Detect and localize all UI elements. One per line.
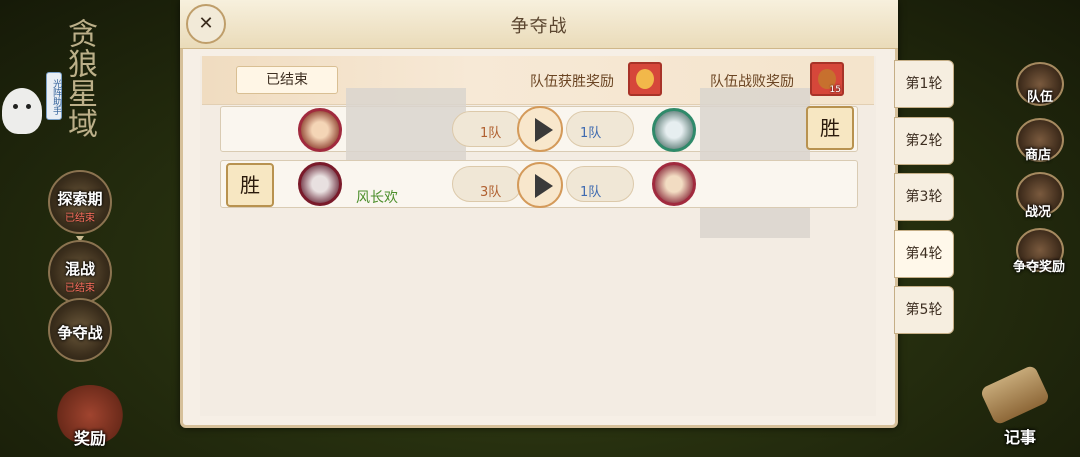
lose-reward-count: 15 xyxy=(829,85,841,95)
round-tab-2[interactable]: 第2轮 xyxy=(894,117,954,165)
close-icon[interactable]: ✕ xyxy=(186,4,226,44)
avatar[interactable] xyxy=(652,108,696,152)
gold-fruit-icon xyxy=(636,69,654,89)
round-tab-1[interactable]: 第1轮 xyxy=(894,60,954,108)
reward-button-label: 奖励 xyxy=(73,429,106,448)
team-button-label: 队伍 xyxy=(1026,90,1053,105)
stage-melee-label: 混战 xyxy=(64,260,95,278)
mascot-icon[interactable] xyxy=(2,88,42,134)
reward-button[interactable]: 奖励 xyxy=(55,385,125,448)
round-tab-3[interactable]: 第3轮 xyxy=(894,173,954,221)
left-team-label: 3队 xyxy=(480,185,502,200)
win-badge: 胜 xyxy=(226,163,274,207)
play-button[interactable] xyxy=(517,106,563,152)
right-team-label: 1队 xyxy=(580,126,602,141)
page-title: 争夺战 xyxy=(510,16,568,37)
scroll-icon[interactable] xyxy=(979,364,1051,426)
round-tab-5[interactable]: 第5轮 xyxy=(894,286,954,334)
stage-melee[interactable]: 混战 已结束 xyxy=(48,240,112,304)
stage-contest-label: 争夺战 xyxy=(57,324,103,342)
lose-reward-icon[interactable]: 15 xyxy=(810,62,844,96)
stage-explore-label: 探索期 xyxy=(57,190,103,208)
avatar[interactable] xyxy=(298,162,342,206)
player-name: 风长欢 xyxy=(356,190,398,206)
win-reward-label: 队伍获胜奖励 xyxy=(530,74,614,90)
left-team-label: 1队 xyxy=(480,126,502,141)
round-tab-4[interactable]: 第4轮 xyxy=(894,230,954,278)
win-badge: 胜 xyxy=(806,106,854,150)
record-button-label[interactable]: 记事 xyxy=(990,424,1050,448)
play-button[interactable] xyxy=(517,162,563,208)
stage-explore[interactable]: 探索期 已结束 xyxy=(48,170,112,234)
shop-button-label: 商店 xyxy=(1024,148,1051,163)
stage-melee-status: 已结束 xyxy=(65,283,95,294)
avatar[interactable] xyxy=(652,162,696,206)
stage-contest[interactable]: 争夺战 xyxy=(48,298,112,362)
avatar[interactable] xyxy=(298,108,342,152)
helper-tag[interactable]: 光阵助手 xyxy=(46,72,62,120)
stage-explore-status: 已结束 xyxy=(65,213,95,224)
battle-status-label: 战况 xyxy=(1024,205,1051,220)
status-label: 已结束 xyxy=(236,66,338,94)
contest-reward-label: 争夺奖励 xyxy=(1012,260,1065,275)
right-team-label: 1队 xyxy=(580,185,602,200)
win-reward-icon[interactable] xyxy=(628,62,662,96)
